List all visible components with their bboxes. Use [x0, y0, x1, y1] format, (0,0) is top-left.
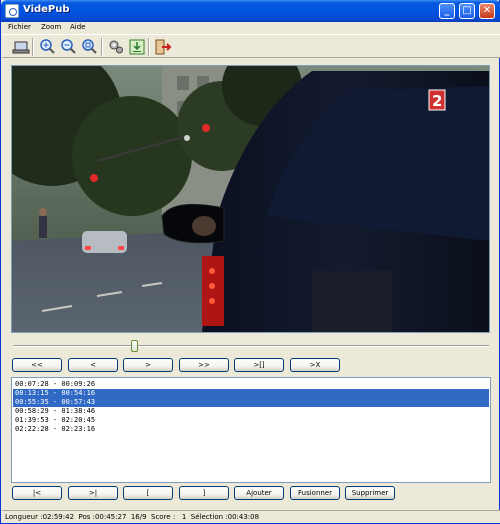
- menu-fichier[interactable]: Fichier: [8, 23, 31, 31]
- mark-in-button[interactable]: [: [123, 486, 173, 500]
- list-item[interactable]: 02:22:28 - 02:23:16: [13, 425, 489, 434]
- maximize-button[interactable]: □: [459, 3, 475, 19]
- add-button[interactable]: Ajouter: [234, 486, 284, 500]
- delete-button[interactable]: Supprimer: [345, 486, 395, 500]
- zoom-fit-icon[interactable]: [80, 38, 98, 56]
- toolbar-separator: [101, 38, 103, 56]
- forward-button[interactable]: >: [123, 358, 173, 372]
- screen-capture-icon[interactable]: [12, 38, 30, 56]
- channel-logo: 2: [432, 92, 442, 110]
- list-item[interactable]: 00:13:15 - 00:54:16: [13, 389, 489, 398]
- app-window: VidePub _ □ ✕ Fichier Zoom Aide 2 << < >…: [0, 0, 500, 524]
- mark-out-button[interactable]: ]: [179, 486, 229, 500]
- menu-zoom[interactable]: Zoom: [41, 23, 61, 31]
- position-slider-track[interactable]: [13, 345, 489, 347]
- next-segment-button[interactable]: >[]: [234, 358, 284, 372]
- app-icon: [5, 4, 19, 18]
- go-start-button[interactable]: |<: [12, 486, 62, 500]
- zoom-out-icon[interactable]: [59, 38, 77, 56]
- go-end-button[interactable]: >|: [68, 486, 118, 500]
- toolbar-separator: [32, 38, 34, 56]
- exit-icon[interactable]: [154, 38, 172, 56]
- toolbar-separator: [148, 38, 150, 56]
- position-slider-thumb[interactable]: [131, 340, 139, 352]
- list-item[interactable]: 00:58:29 - 01:38:46: [13, 407, 489, 416]
- toolbar: [2, 34, 500, 58]
- list-item[interactable]: 00:07:28 - 00:09:26: [13, 380, 489, 389]
- settings-icon[interactable]: [107, 38, 125, 56]
- status-text: Longueur :02:59:42 Pos :00:45:27 16/9 Sc…: [5, 513, 260, 521]
- rewind-fast-button[interactable]: <<: [12, 358, 62, 372]
- merge-button[interactable]: Fusionner: [290, 486, 340, 500]
- rewind-button[interactable]: <: [68, 358, 118, 372]
- list-item[interactable]: 00:55:35 - 00:57:43: [13, 398, 489, 407]
- forward-fast-button[interactable]: >>: [179, 358, 229, 372]
- list-item[interactable]: 01:39:53 - 02:20:45: [13, 416, 489, 425]
- menu-bar: Fichier Zoom Aide: [2, 22, 500, 34]
- minimize-button[interactable]: _: [439, 3, 455, 19]
- menu-aide[interactable]: Aide: [70, 23, 85, 31]
- video-frame: 2: [11, 65, 490, 333]
- skip-button[interactable]: >X: [290, 358, 340, 372]
- title-bar[interactable]: VidePub _ □ ✕: [1, 0, 500, 22]
- segment-list[interactable]: 00:07:28 - 00:09:26 00:13:15 - 00:54:16 …: [11, 377, 491, 483]
- video-frame-image: 2: [12, 66, 489, 332]
- status-bar: Longueur :02:59:42 Pos :00:45:27 16/9 Sc…: [2, 510, 500, 523]
- export-icon[interactable]: [128, 38, 146, 56]
- zoom-in-icon[interactable]: [38, 38, 56, 56]
- video-display[interactable]: 2: [12, 66, 489, 332]
- close-button[interactable]: ✕: [479, 3, 495, 19]
- window-title: VidePub: [23, 4, 70, 15]
